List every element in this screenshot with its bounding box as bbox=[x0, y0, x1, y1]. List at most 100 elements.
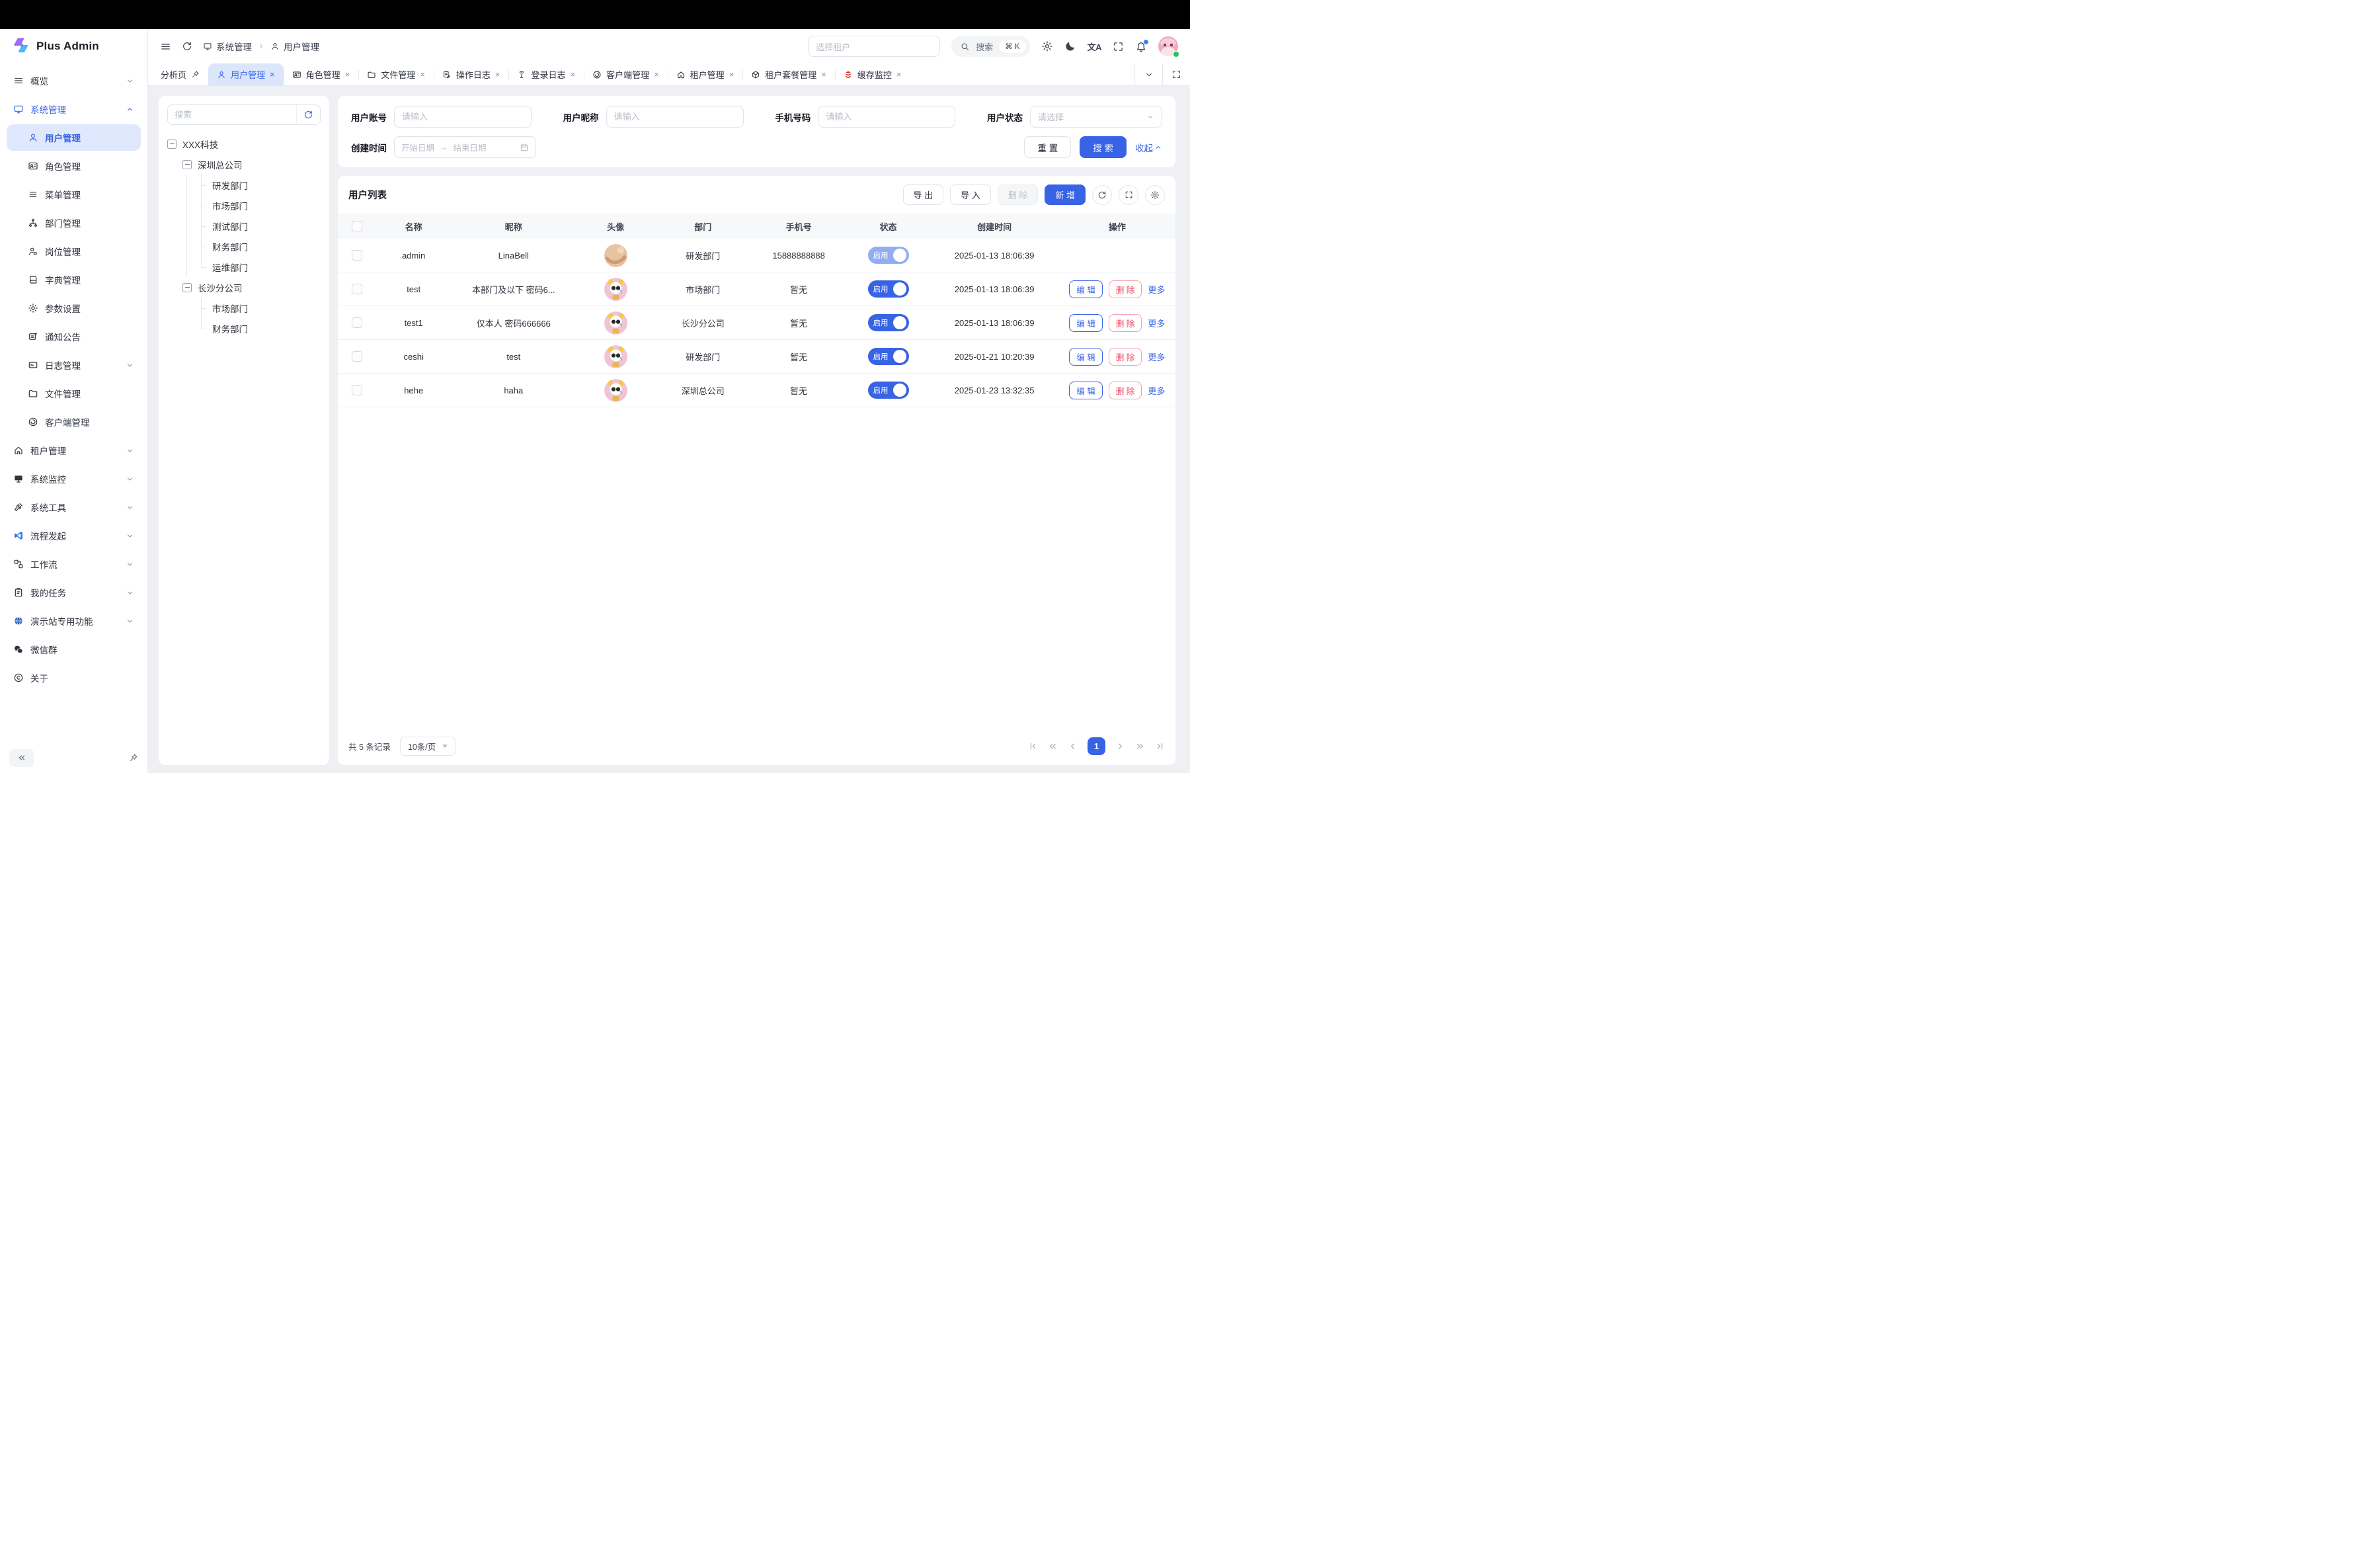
tree-node[interactable]: 研发部门 bbox=[167, 175, 321, 195]
row-checkbox[interactable] bbox=[352, 385, 362, 395]
tab-file-management[interactable]: 文件管理× bbox=[358, 63, 434, 85]
tab-analysis[interactable]: 分析页 bbox=[152, 63, 208, 85]
sidebar-item-workflow[interactable]: 工作流 bbox=[7, 551, 141, 577]
edit-row-button[interactable]: 编 辑 bbox=[1069, 382, 1102, 399]
user-status-select[interactable]: 请选择 bbox=[1030, 106, 1162, 128]
date-range-picker[interactable]: 开始日期 → 结束日期 bbox=[394, 136, 536, 158]
menu-toggle-button[interactable] bbox=[160, 41, 171, 52]
app-logo[interactable]: Plus Admin bbox=[0, 29, 147, 63]
sidebar-item-menu-management[interactable]: 菜单管理 bbox=[7, 181, 141, 208]
settings-button[interactable] bbox=[1041, 40, 1053, 52]
collapse-filter-link[interactable]: 收起 bbox=[1135, 141, 1162, 154]
tab-login-log[interactable]: 登录日志× bbox=[508, 63, 584, 85]
status-toggle[interactable]: 启用 bbox=[868, 247, 909, 264]
content-fullscreen-button[interactable] bbox=[1162, 63, 1190, 85]
notifications-button[interactable] bbox=[1135, 40, 1147, 52]
delete-row-button[interactable]: 删 除 bbox=[1109, 314, 1142, 332]
page-size-select[interactable]: 10条/页 bbox=[400, 737, 456, 756]
close-tab-icon[interactable]: × bbox=[345, 70, 350, 79]
row-checkbox[interactable] bbox=[352, 284, 362, 294]
first-page-button[interactable] bbox=[1028, 741, 1038, 751]
next-pages-button[interactable] bbox=[1135, 741, 1145, 751]
tree-node[interactable]: 运维部门 bbox=[167, 257, 321, 277]
tab-user-management[interactable]: 用户管理× bbox=[208, 63, 284, 85]
sidebar-item-log-management[interactable]: 日志管理 bbox=[7, 352, 141, 378]
select-all-checkbox[interactable] bbox=[352, 221, 362, 231]
prev-page-button[interactable] bbox=[1068, 741, 1078, 751]
more-row-button[interactable]: 更多 bbox=[1148, 384, 1165, 397]
close-tab-icon[interactable]: × bbox=[896, 70, 902, 79]
table-refresh-button[interactable] bbox=[1092, 185, 1112, 205]
sidebar-item-overview[interactable]: 概览 bbox=[7, 67, 141, 94]
delete-button[interactable]: 删 除 bbox=[998, 184, 1039, 205]
breadcrumb-item-system-management[interactable]: 系统管理 bbox=[203, 40, 252, 53]
phone-number-input[interactable] bbox=[818, 106, 955, 128]
user-nickname-input[interactable] bbox=[606, 106, 744, 128]
close-tab-icon[interactable]: × bbox=[821, 70, 826, 79]
sidebar-item-user-management[interactable]: 用户管理 bbox=[7, 124, 141, 151]
sidebar-item-demo-features[interactable]: 演示站专用功能 bbox=[7, 608, 141, 634]
user-avatar[interactable] bbox=[1158, 36, 1178, 56]
tree-node[interactable]: 财务部门 bbox=[167, 318, 321, 339]
sidebar-item-dict-management[interactable]: 字典管理 bbox=[7, 266, 141, 293]
sidebar-item-dept-management[interactable]: 部门管理 bbox=[7, 210, 141, 236]
row-checkbox[interactable] bbox=[352, 250, 362, 261]
more-row-button[interactable]: 更多 bbox=[1148, 317, 1165, 329]
last-page-button[interactable] bbox=[1155, 741, 1165, 751]
tree-node[interactable]: 测试部门 bbox=[167, 216, 321, 236]
sidebar-item-param-settings[interactable]: 参数设置 bbox=[7, 295, 141, 321]
fullscreen-button[interactable] bbox=[1113, 41, 1124, 52]
import-button[interactable]: 导 入 bbox=[950, 184, 991, 205]
edit-row-button[interactable]: 编 辑 bbox=[1069, 314, 1102, 332]
sidebar-item-notice-announcement[interactable]: 通知公告 bbox=[7, 323, 141, 350]
sidebar-item-system-tools[interactable]: 系统工具 bbox=[7, 494, 141, 520]
tree-node[interactable]: 市场部门 bbox=[167, 195, 321, 216]
row-checkbox[interactable] bbox=[352, 317, 362, 328]
tab-tenant-management[interactable]: 租户管理× bbox=[668, 63, 743, 85]
tree-refresh-button[interactable] bbox=[296, 105, 320, 124]
tree-node[interactable]: 市场部门 bbox=[167, 298, 321, 318]
status-toggle[interactable]: 启用 bbox=[868, 314, 909, 331]
sidebar-item-role-management[interactable]: 角色管理 bbox=[7, 153, 141, 179]
tree-node[interactable]: 长沙分公司 bbox=[167, 277, 321, 298]
status-toggle[interactable]: 启用 bbox=[868, 382, 909, 399]
user-account-input[interactable] bbox=[394, 106, 532, 128]
close-tab-icon[interactable]: × bbox=[729, 70, 734, 79]
tenant-select[interactable]: 选择租户 bbox=[808, 36, 940, 57]
sidebar-item-process-start[interactable]: 流程发起 bbox=[7, 522, 141, 549]
sidebar-pin-button[interactable] bbox=[129, 753, 138, 762]
status-toggle[interactable]: 启用 bbox=[868, 280, 909, 298]
sidebar-item-post-management[interactable]: 岗位管理 bbox=[7, 238, 141, 264]
tree-node[interactable]: 深圳总公司 bbox=[167, 154, 321, 175]
language-button[interactable]: 文A bbox=[1088, 40, 1101, 53]
sidebar-item-system-monitor[interactable]: 系统监控 bbox=[7, 466, 141, 492]
edit-row-button[interactable]: 编 辑 bbox=[1069, 348, 1102, 366]
tab-operation-log[interactable]: 操作日志× bbox=[434, 63, 509, 85]
table-settings-button[interactable] bbox=[1145, 185, 1165, 205]
tree-collapse-toggle[interactable] bbox=[182, 283, 192, 292]
tab-role-management[interactable]: 角色管理× bbox=[284, 63, 359, 85]
table-fullscreen-button[interactable] bbox=[1119, 185, 1138, 205]
sidebar-item-wechat-group[interactable]: 微信群 bbox=[7, 636, 141, 663]
delete-row-button[interactable]: 删 除 bbox=[1109, 280, 1142, 298]
row-checkbox[interactable] bbox=[352, 351, 362, 362]
sidebar-item-my-tasks[interactable]: 我的任务 bbox=[7, 579, 141, 606]
close-tab-icon[interactable]: × bbox=[570, 70, 575, 79]
tree-node[interactable]: XXX科技 bbox=[167, 134, 321, 154]
sidebar-item-about[interactable]: 关于 bbox=[7, 665, 141, 691]
global-search[interactable]: 搜索 ⌘ K bbox=[951, 36, 1029, 57]
sidebar-item-client-management[interactable]: 客户端管理 bbox=[7, 409, 141, 435]
close-tab-icon[interactable]: × bbox=[270, 70, 275, 79]
refresh-page-button[interactable] bbox=[182, 41, 192, 52]
tabs-dropdown-button[interactable] bbox=[1134, 63, 1162, 85]
current-page-button[interactable]: 1 bbox=[1088, 737, 1105, 755]
export-button[interactable]: 导 出 bbox=[903, 184, 944, 205]
edit-row-button[interactable]: 编 辑 bbox=[1069, 280, 1102, 298]
close-tab-icon[interactable]: × bbox=[654, 70, 659, 79]
tab-tenant-package-management[interactable]: 租户套餐管理× bbox=[742, 63, 835, 85]
next-page-button[interactable] bbox=[1115, 741, 1125, 751]
tree-search-input[interactable] bbox=[168, 110, 296, 120]
breadcrumb-item-user-management[interactable]: 用户管理 bbox=[270, 40, 319, 53]
tab-client-management[interactable]: 客户端管理× bbox=[584, 63, 668, 85]
prev-pages-button[interactable] bbox=[1048, 741, 1058, 751]
